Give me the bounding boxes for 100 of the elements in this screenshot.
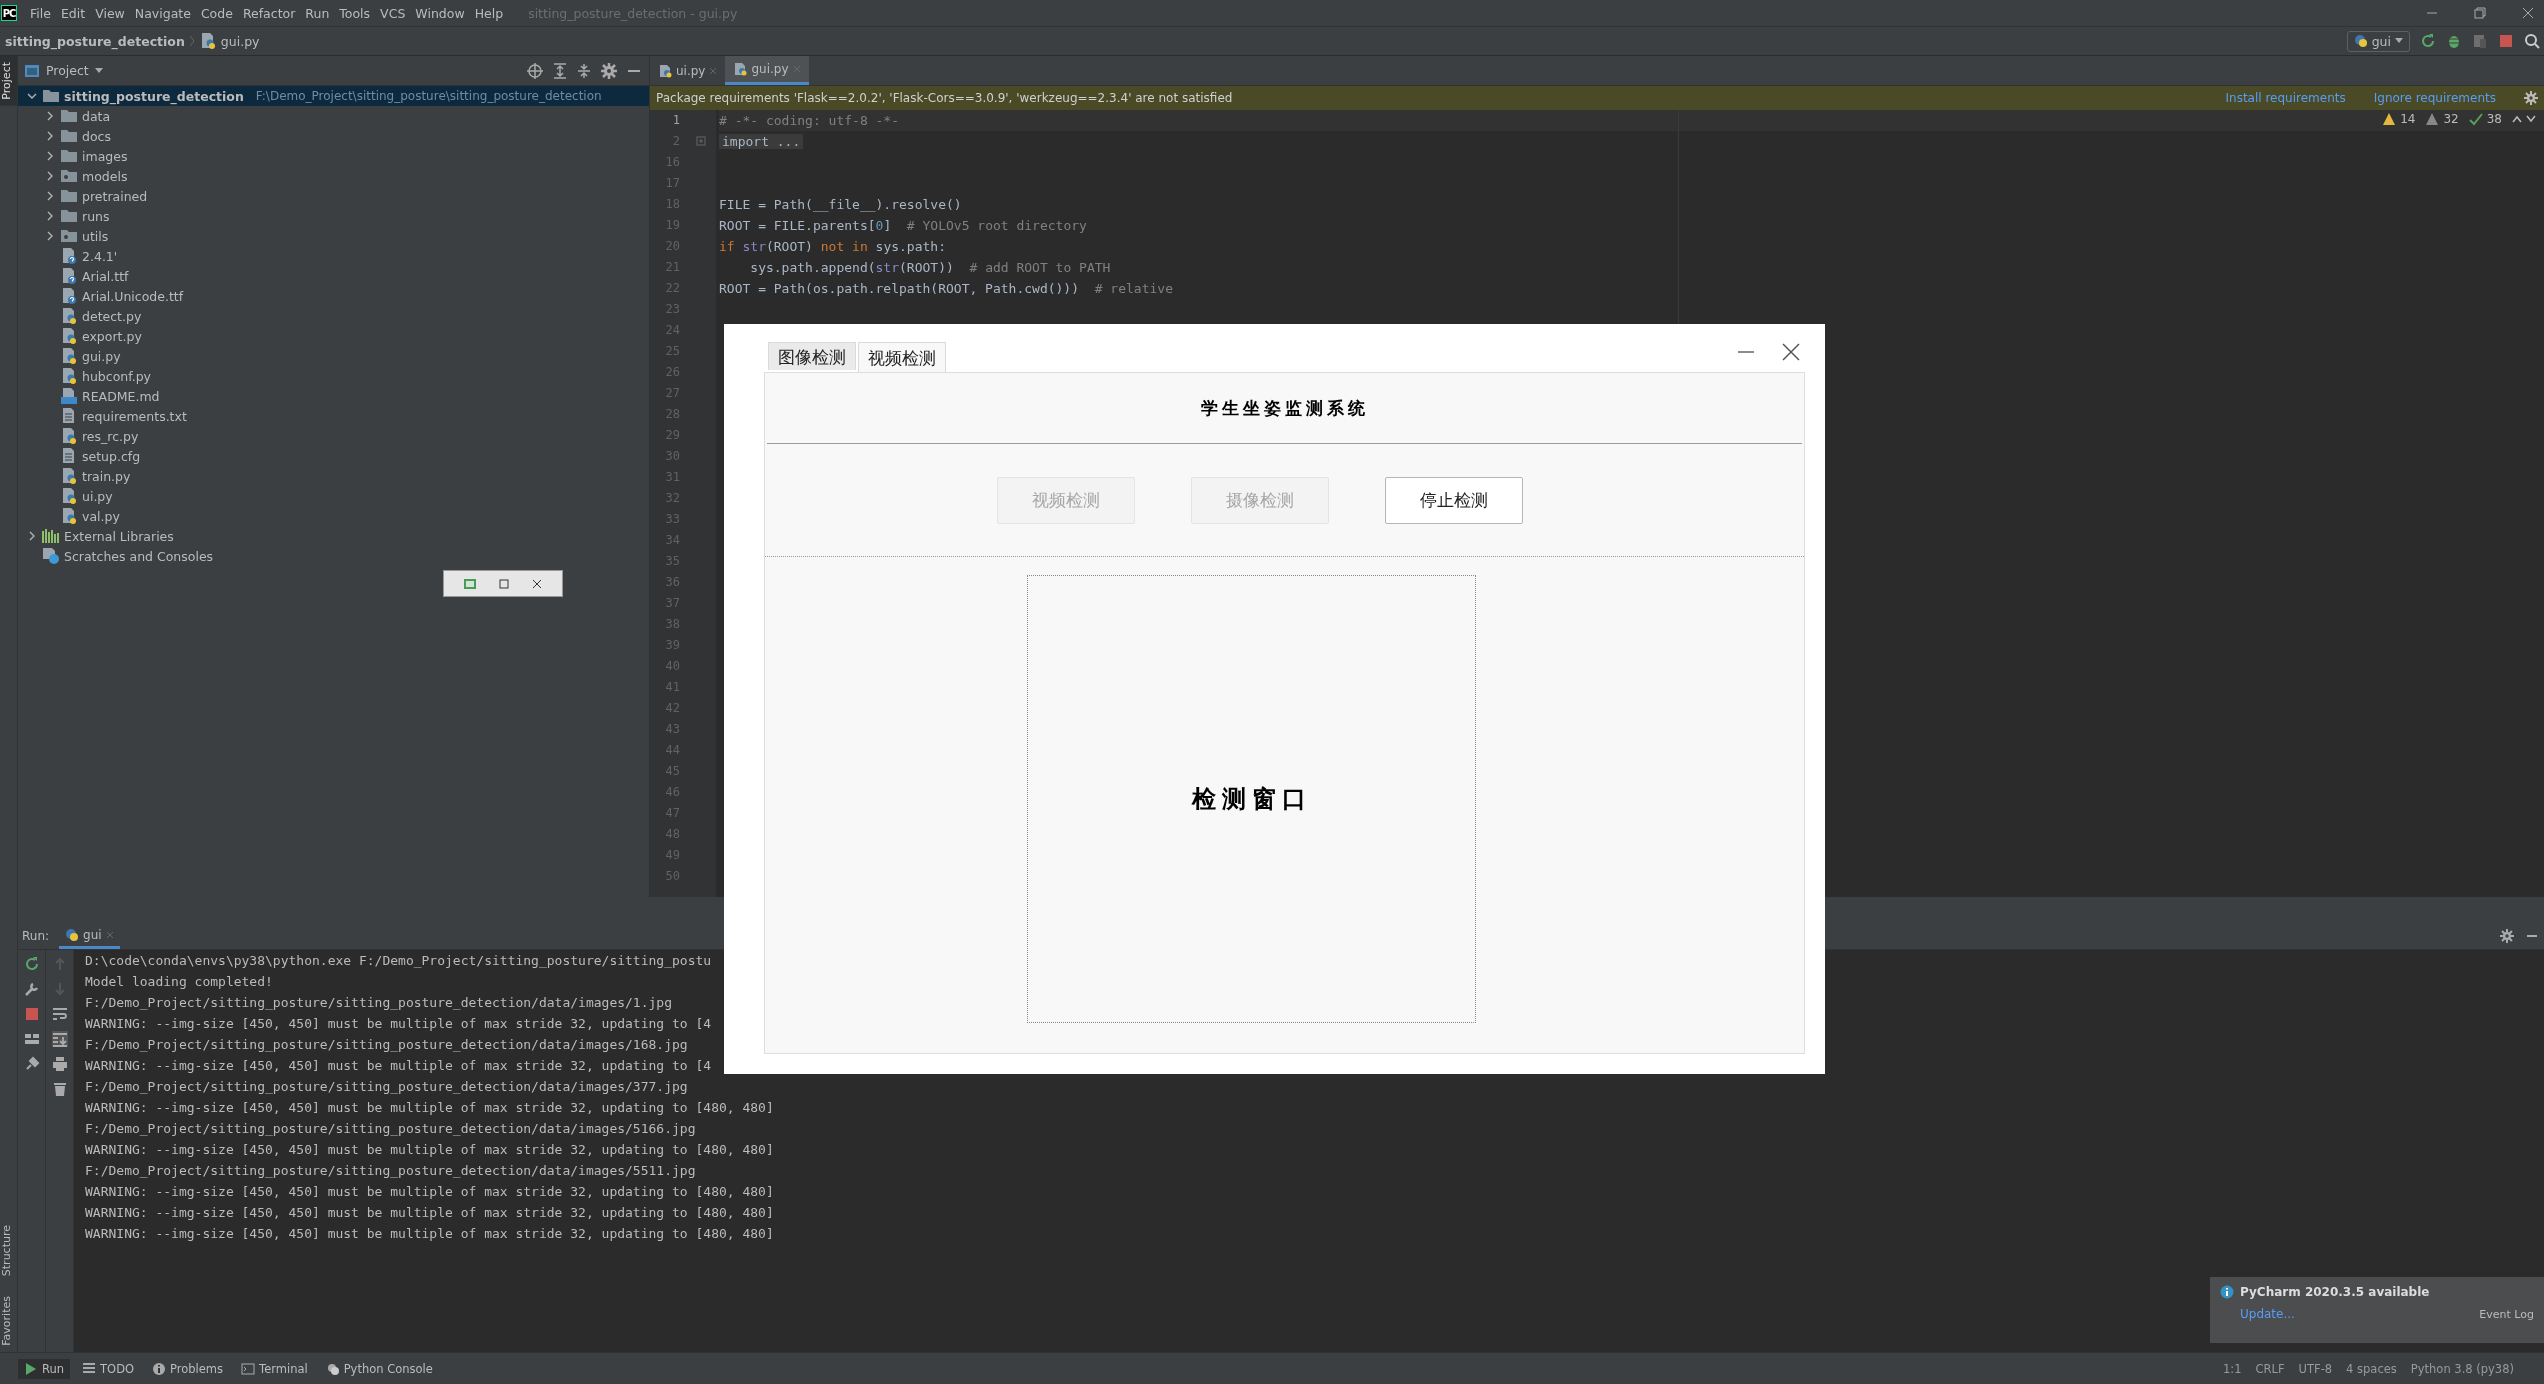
- python-file-icon: [60, 327, 78, 345]
- run-config-label: gui: [2371, 33, 2391, 49]
- tree-item[interactable]: data: [18, 106, 649, 126]
- tree-item[interactable]: export.py: [18, 326, 649, 346]
- menu-item[interactable]: VCS: [375, 5, 411, 21]
- breadcrumb[interactable]: sitting_posture_detection: [5, 33, 185, 49]
- status-item[interactable]: 4 spaces: [2346, 1361, 2397, 1376]
- settings-icon[interactable]: [2500, 929, 2514, 943]
- rerun-icon[interactable]: [23, 956, 40, 972]
- tool-window-tab[interactable]: TODO: [76, 1358, 141, 1379]
- tree-item[interactable]: Scratches and Consoles: [18, 546, 649, 566]
- status-item[interactable]: 1:1: [2223, 1361, 2242, 1376]
- tree-item[interactable]: res_rc.py: [18, 426, 649, 446]
- banner-link[interactable]: Install requirements: [2225, 91, 2346, 105]
- menu-item[interactable]: Tools: [334, 5, 376, 21]
- status-item[interactable]: Python 3.8 (py38): [2410, 1361, 2514, 1376]
- menu-item[interactable]: Run: [300, 5, 335, 21]
- caret-icon[interactable]: [94, 67, 103, 74]
- update-link[interactable]: Update...: [2240, 1307, 2295, 1321]
- side-tool-tab[interactable]: Structure: [0, 1219, 17, 1283]
- tree-item[interactable]: sitting_posture_detection F:\Demo_Project\sitting_posture\sitting_posture_detection: [18, 86, 649, 106]
- event-log-button[interactable]: Event Log: [2479, 1307, 2534, 1321]
- panel-title-dropdown[interactable]: Project: [46, 63, 89, 78]
- breadcrumb[interactable]: gui.py: [220, 33, 260, 49]
- menu-item[interactable]: Refactor: [237, 5, 301, 21]
- run-config-dropdown[interactable]: gui: [2346, 30, 2410, 52]
- menu-item[interactable]: Navigate: [129, 5, 196, 21]
- tool-window-tab[interactable]: Python Console: [319, 1358, 439, 1379]
- tree-item[interactable]: README.md: [18, 386, 649, 406]
- rerun-icon[interactable]: [2420, 33, 2436, 49]
- print-icon[interactable]: [51, 1056, 68, 1072]
- tree-item[interactable]: hubconf.py: [18, 366, 649, 386]
- tree-item[interactable]: runs: [18, 206, 649, 226]
- search-icon[interactable]: [2524, 33, 2540, 49]
- tree-item[interactable]: val.py: [18, 506, 649, 526]
- status-item[interactable]: UTF-8: [2298, 1361, 2333, 1376]
- stop-icon[interactable]: [23, 1006, 40, 1022]
- tab[interactable]: 视频检测: [858, 342, 946, 372]
- scroll-to-end-icon[interactable]: [51, 1031, 68, 1047]
- tree-item[interactable]: requirements.txt: [18, 406, 649, 426]
- soft-wrap-icon[interactable]: [51, 1006, 68, 1022]
- close-icon[interactable]: [2522, 7, 2534, 19]
- tree-item[interactable]: gui.py: [18, 346, 649, 366]
- tree-item[interactable]: Arial.ttf: [18, 266, 649, 286]
- banner-link[interactable]: Ignore requirements: [2373, 91, 2496, 105]
- editor-tab[interactable]: gui.py: [725, 56, 809, 85]
- python-file-icon: [60, 507, 78, 525]
- menu-item[interactable]: Code: [195, 5, 238, 21]
- settings-icon[interactable]: [601, 62, 617, 79]
- trash-icon[interactable]: [51, 1081, 68, 1097]
- layout-icon[interactable]: [23, 1031, 40, 1047]
- inspection-count: 14: [2400, 112, 2416, 126]
- warning-icon: [2382, 112, 2397, 126]
- notification-title: PyCharm 2020.3.5 available: [2240, 1285, 2430, 1299]
- tool-window-tab[interactable]: Terminal: [235, 1358, 314, 1379]
- detect-button[interactable]: 停止检测: [1385, 476, 1523, 524]
- folder-icon: [60, 207, 78, 225]
- settings-icon[interactable]: [2524, 91, 2538, 105]
- tree-item[interactable]: 2.4.1': [18, 246, 649, 266]
- check-icon: [2468, 112, 2483, 126]
- close-icon[interactable]: [1781, 342, 1801, 362]
- status-item[interactable]: CRLF: [2255, 1361, 2285, 1376]
- tab[interactable]: 图像检测: [768, 342, 856, 370]
- python-file-icon: [733, 62, 748, 76]
- caret-icon: [2395, 38, 2403, 44]
- menu-item[interactable]: Help: [469, 5, 509, 21]
- tool-window-tab[interactable]: Problems: [146, 1358, 230, 1379]
- info-icon: [2220, 1285, 2234, 1299]
- tree-item[interactable]: detect.py: [18, 306, 649, 326]
- tree-item[interactable]: utils: [18, 226, 649, 246]
- unknown-file-icon: [60, 267, 78, 285]
- close-icon[interactable]: [531, 577, 544, 590]
- restore-icon[interactable]: [2474, 7, 2486, 19]
- tool-window-tab[interactable]: Run: [18, 1358, 71, 1379]
- folder-icon: [60, 227, 78, 245]
- tree-item[interactable]: pretrained: [18, 186, 649, 206]
- collapse-all-icon[interactable]: [577, 62, 591, 79]
- tree-item[interactable]: train.py: [18, 466, 649, 486]
- tree-item[interactable]: models: [18, 166, 649, 186]
- menu-item[interactable]: File: [25, 5, 56, 21]
- console-line: F:/Demo_Project/sitting_posture/sitting_posture_detection/data/images/5166.jpg: [85, 1120, 697, 1138]
- tree-item[interactable]: ui.py: [18, 486, 649, 506]
- expand-all-icon[interactable]: [553, 62, 567, 79]
- tree-item[interactable]: External Libraries: [18, 526, 649, 546]
- locate-icon[interactable]: [527, 62, 543, 79]
- tree-item[interactable]: docs: [18, 126, 649, 146]
- menu-item[interactable]: Window: [410, 5, 470, 21]
- menu-item[interactable]: Edit: [55, 5, 91, 21]
- menu-item[interactable]: View: [90, 5, 130, 21]
- terminal-icon: [241, 1361, 256, 1376]
- side-tool-tab[interactable]: Favorites: [0, 1290, 17, 1352]
- editor-tab[interactable]: ui.py: [650, 56, 726, 85]
- tree-item[interactable]: Arial.Unicode.ttf: [18, 286, 649, 306]
- tree-item[interactable]: images: [18, 146, 649, 166]
- maximize-icon[interactable]: [498, 577, 510, 590]
- tree-item[interactable]: setup.cfg: [18, 446, 649, 466]
- markdown-file-icon: [60, 387, 78, 405]
- side-tool-tab[interactable]: Project: [0, 56, 17, 106]
- wrench-icon[interactable]: [23, 981, 40, 997]
- stop-icon[interactable]: [2498, 33, 2514, 49]
